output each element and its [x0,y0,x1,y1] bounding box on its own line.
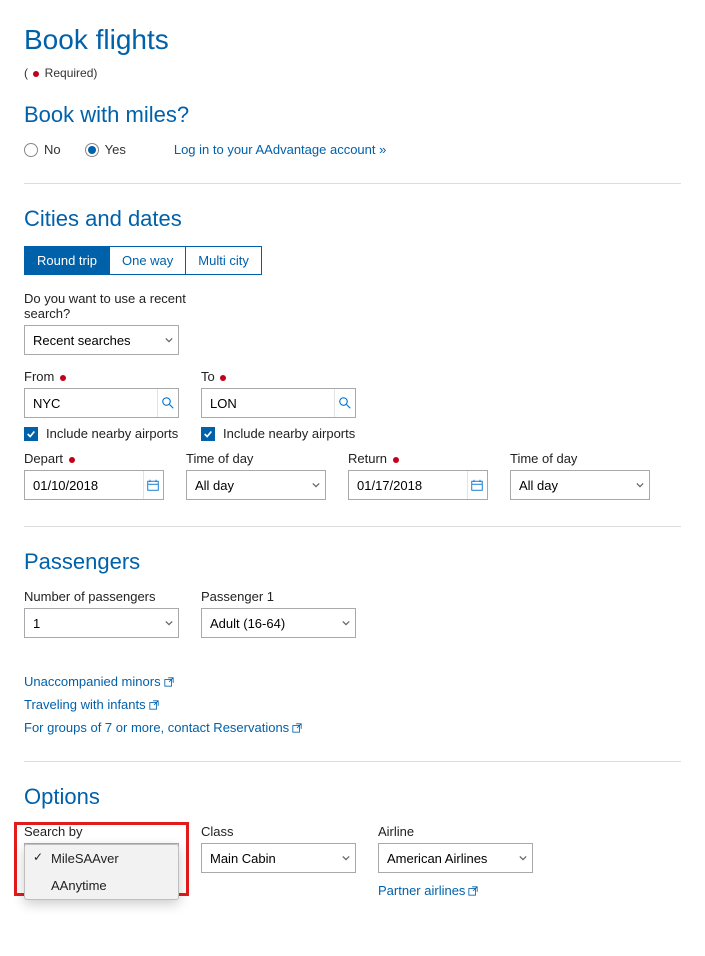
airline-select[interactable] [378,843,533,873]
return-tod-value [511,471,632,499]
from-input[interactable] [24,388,179,418]
divider [24,183,681,184]
to-nearby-checkbox[interactable]: Include nearby airports [201,426,356,441]
pax-count-value [25,609,161,637]
return-tod-select[interactable] [510,470,650,500]
search-by-dropdown: MileSAAver AAnytime [24,844,179,900]
search-by-label: Search by [24,824,179,839]
recent-search-value [25,326,161,354]
minors-link[interactable]: Unaccompanied minors [24,674,174,689]
divider [24,761,681,762]
miles-yes-label: Yes [105,142,126,157]
required-dot-icon [393,457,399,463]
tab-multi-city[interactable]: Multi city [186,247,261,274]
passengers-heading: Passengers [24,549,681,575]
pax1-value [202,609,338,637]
search-icon[interactable] [157,389,178,417]
required-dot-icon [33,71,39,77]
pax1-label: Passenger 1 [201,589,356,604]
required-dot-icon [220,375,226,381]
calendar-icon[interactable] [143,471,163,499]
tab-round-trip[interactable]: Round trip [25,247,110,274]
trip-type-tabs: Round trip One way Multi city [24,246,262,275]
airline-label: Airline [378,824,533,839]
pax-count-select[interactable] [24,608,179,638]
depart-label: Depart [24,451,164,466]
divider [24,526,681,527]
chevron-down-icon [338,844,355,872]
depart-field[interactable] [25,471,143,499]
options-heading: Options [24,784,681,810]
depart-tod-select[interactable] [186,470,326,500]
chevron-down-icon [161,609,178,637]
airline-value [379,844,515,872]
required-dot-icon [60,375,66,381]
miles-heading: Book with miles? [24,102,681,128]
checkbox-checked-icon [24,427,38,441]
chevron-down-icon [338,609,355,637]
from-nearby-label: Include nearby airports [46,426,178,441]
groups-link[interactable]: For groups of 7 or more, contact Reserva… [24,720,302,735]
search-icon[interactable] [334,389,355,417]
external-link-icon [468,886,478,896]
infants-link[interactable]: Traveling with infants [24,697,159,712]
chevron-down-icon [161,326,178,354]
return-label: Return [348,451,488,466]
chevron-down-icon [515,844,532,872]
recent-search-select[interactable] [24,325,179,355]
external-link-icon [164,677,174,687]
chevron-down-icon [632,471,649,499]
depart-input[interactable] [24,470,164,500]
class-label: Class [201,824,356,839]
calendar-icon[interactable] [467,471,487,499]
pax-count-label: Number of passengers [24,589,179,604]
depart-tod-label: Time of day [186,451,326,466]
pax1-select[interactable] [201,608,356,638]
aadvantage-login-link[interactable]: Log in to your AAdvantage account » [174,142,387,157]
to-input[interactable] [201,388,356,418]
depart-tod-value [187,471,308,499]
required-legend: ( Required) [24,66,681,80]
class-select[interactable] [201,843,356,873]
miles-no-radio[interactable]: No [24,142,61,157]
return-input[interactable] [348,470,488,500]
external-link-icon [292,723,302,733]
external-link-icon [149,700,159,710]
return-tod-label: Time of day [510,451,650,466]
tab-one-way[interactable]: One way [110,247,186,274]
to-field[interactable] [202,389,334,417]
checkbox-checked-icon [201,427,215,441]
from-field[interactable] [25,389,157,417]
from-nearby-checkbox[interactable]: Include nearby airports [24,426,179,441]
miles-no-label: No [44,142,61,157]
class-value [202,844,338,872]
miles-yes-radio[interactable]: Yes [85,142,126,157]
search-by-option-aanytime[interactable]: AAnytime [25,872,178,899]
page-title: Book flights [24,24,681,56]
to-nearby-label: Include nearby airports [223,426,355,441]
radio-icon [24,143,38,157]
partner-airlines-link[interactable]: Partner airlines [378,883,478,898]
cities-heading: Cities and dates [24,206,681,232]
radio-icon [85,143,99,157]
return-field[interactable] [349,471,467,499]
search-by-option-milesaaver[interactable]: MileSAAver [25,845,178,872]
required-dot-icon [69,457,75,463]
from-label: From [24,369,179,384]
chevron-down-icon [308,471,325,499]
to-label: To [201,369,356,384]
recent-search-label: Do you want to use a recent search? [24,291,224,321]
